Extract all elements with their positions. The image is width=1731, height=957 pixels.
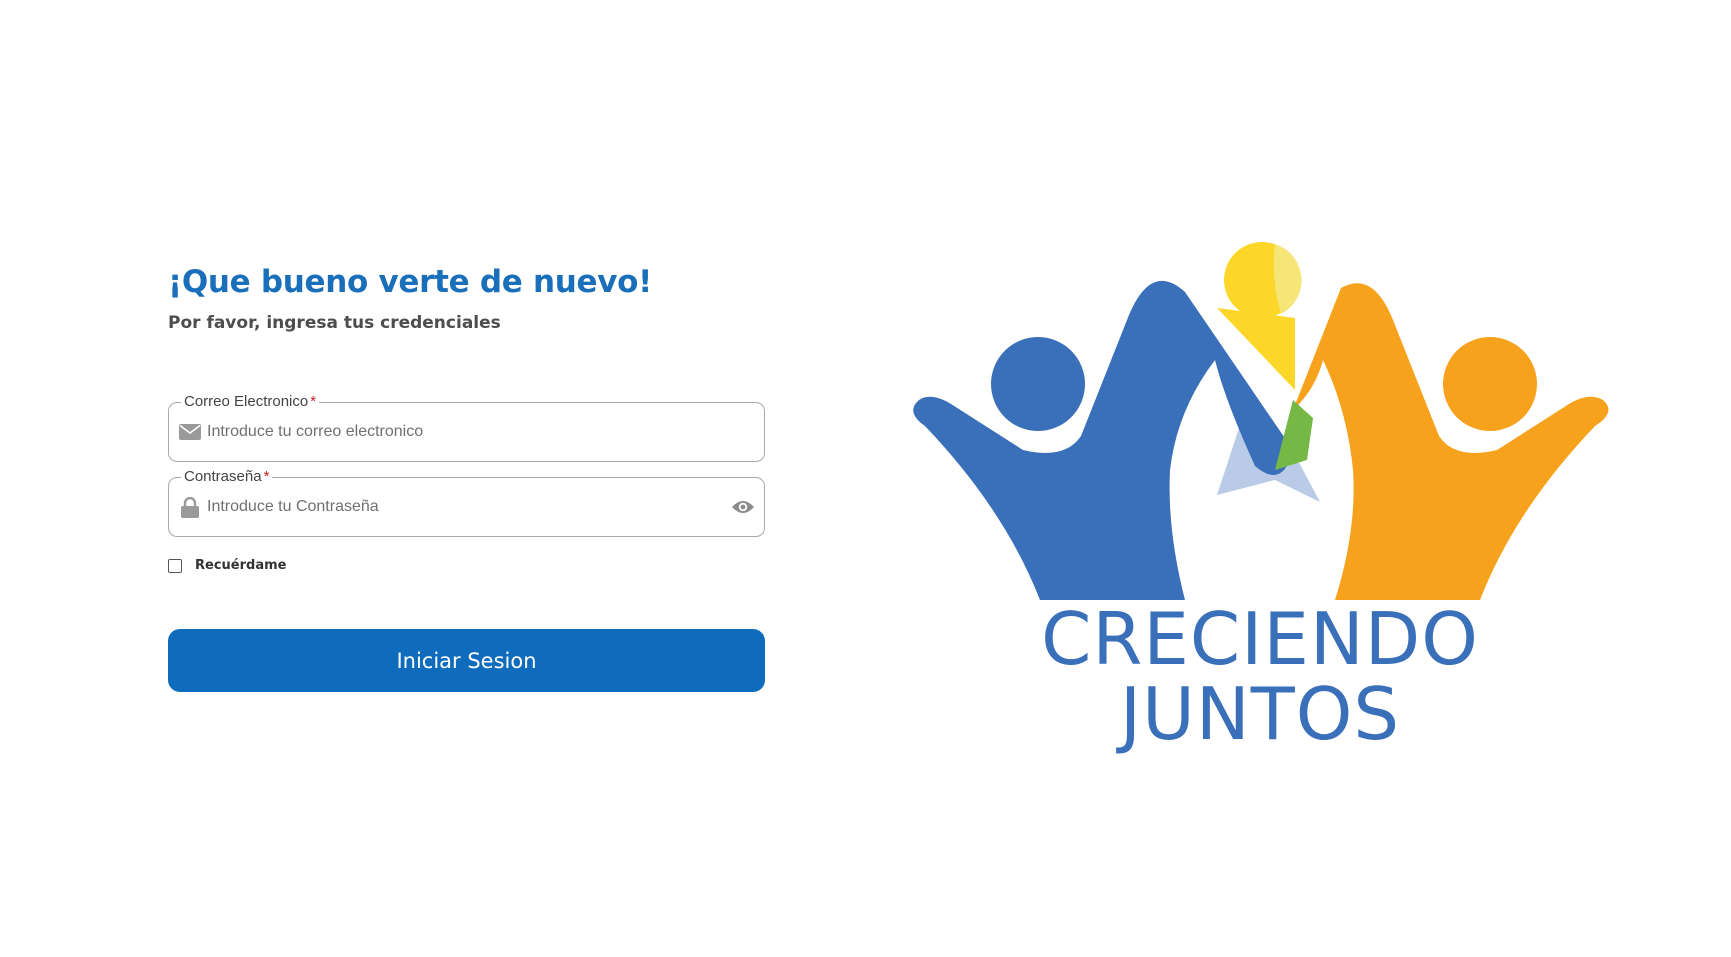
- logo-graphic: [913, 242, 1609, 600]
- login-button[interactable]: Iniciar Sesion: [168, 629, 765, 692]
- remember-label: Recuérdame: [195, 558, 287, 573]
- remember-me[interactable]: Recuérdame: [168, 558, 286, 573]
- email-label: Correo Electronico *: [181, 393, 320, 411]
- login-form: ¡Que bueno verte de nuevo! Por favor, in…: [168, 264, 765, 692]
- password-input[interactable]: [207, 491, 707, 523]
- email-label-text: Correo Electronico: [184, 393, 309, 410]
- page-title: ¡Que bueno verte de nuevo!: [168, 264, 652, 300]
- page-subtitle: Por favor, ingresa tus credenciales: [168, 313, 501, 334]
- remember-checkbox[interactable]: [168, 558, 182, 573]
- password-label: Contraseña *: [181, 468, 273, 486]
- password-label-text: Contraseña: [184, 468, 262, 485]
- logo-text-line1: CRECIENDO: [1041, 597, 1479, 681]
- email-input[interactable]: [207, 416, 707, 448]
- eye-icon[interactable]: [730, 497, 756, 517]
- creciendo-juntos-logo: CRECIENDO JUNTOS: [895, 240, 1625, 756]
- lock-icon: [179, 496, 201, 518]
- required-marker: *: [263, 468, 270, 485]
- envelope-icon: [179, 422, 201, 442]
- email-field[interactable]: Correo Electronico *: [168, 393, 765, 462]
- required-marker: *: [310, 393, 317, 410]
- logo-text-line2: JUNTOS: [1119, 672, 1401, 756]
- login-page: ¡Que bueno verte de nuevo! Por favor, in…: [0, 0, 1731, 957]
- password-field[interactable]: Contraseña *: [168, 468, 765, 537]
